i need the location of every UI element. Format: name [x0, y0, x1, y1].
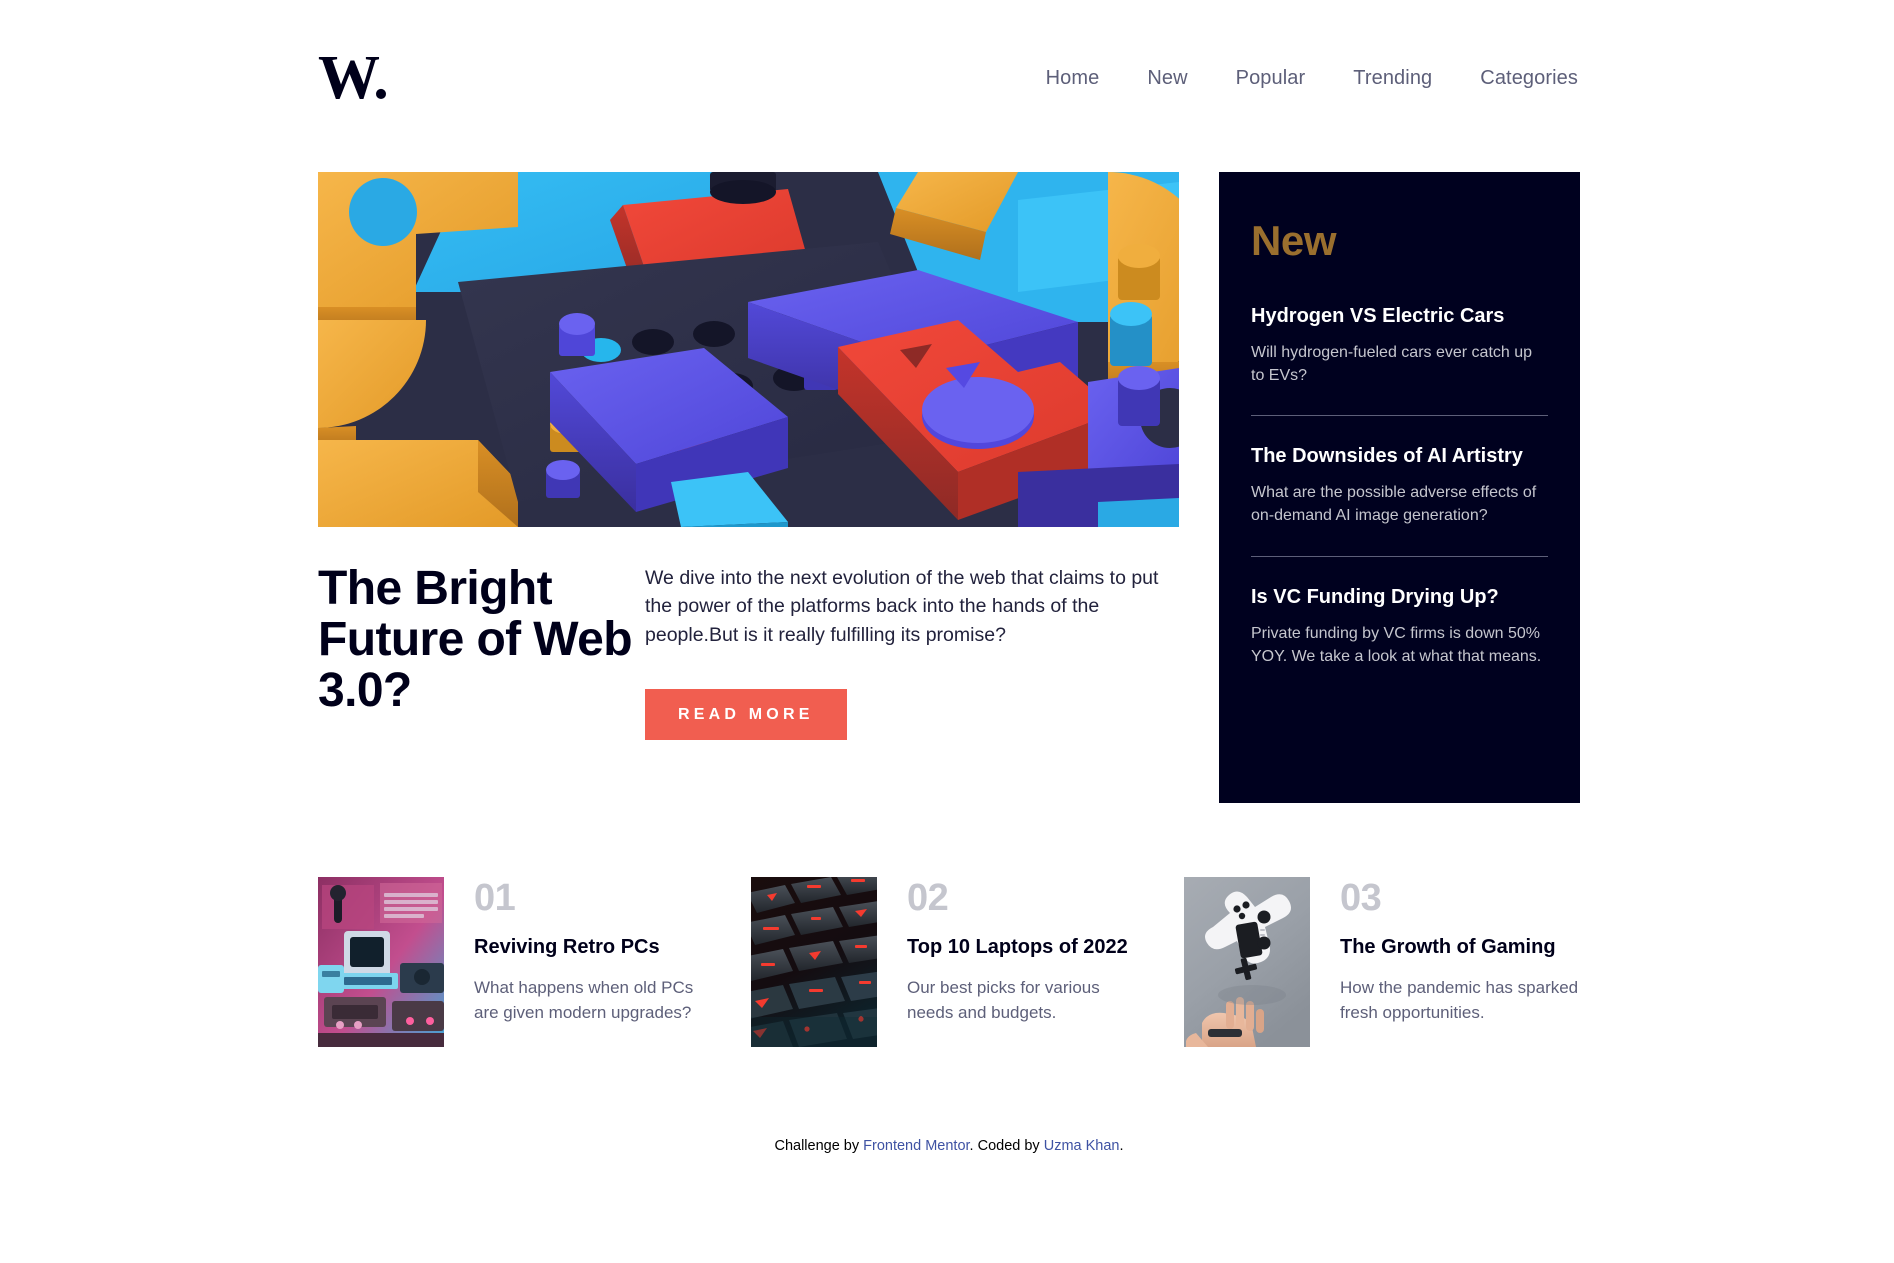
card-description: How the pandemic has sparked fresh oppor…	[1340, 977, 1579, 1023]
new-article-title[interactable]: Hydrogen VS Electric Cars	[1251, 304, 1548, 329]
main-navigation: Home New Popular Trending Categories	[1046, 67, 1578, 90]
card-item[interactable]: 01 Reviving Retro PCs What happens when …	[318, 877, 714, 1047]
new-article-description: Private funding by VC firms is down 50% …	[1251, 624, 1542, 665]
card-title[interactable]: Reviving Retro PCs	[474, 935, 714, 960]
card-number: 01	[474, 877, 516, 919]
frontend-mentor-link[interactable]: Frontend Mentor	[863, 1138, 969, 1154]
hero-title: The Bright Future of Web 3.0?	[318, 562, 633, 717]
hero-image	[318, 172, 1179, 527]
retro-pc-image	[318, 877, 444, 1047]
new-articles-panel: New Hydrogen VS Electric Cars Will hydro…	[1219, 172, 1580, 803]
attribution-middle: . Coded by	[969, 1138, 1044, 1154]
card-description: Our best picks for various needs and bud…	[907, 977, 1100, 1023]
new-article-2[interactable]: The Downsides of AI Artistry What are th…	[1251, 444, 1548, 527]
card-text: 01 Reviving Retro PCs What happens when …	[474, 877, 714, 1047]
attribution-footer: Challenge by Frontend Mentor. Coded by U…	[318, 1138, 1580, 1154]
read-more-button[interactable]: READ MORE	[645, 688, 847, 740]
nav-item-popular[interactable]: Popular	[1236, 67, 1306, 90]
hero-description: We dive into the next evolution of the w…	[645, 567, 1159, 646]
card-title[interactable]: The Growth of Gaming	[1340, 935, 1580, 960]
new-panel-divider	[1251, 555, 1548, 557]
card-description: What happens when old PCs are given mode…	[474, 977, 694, 1023]
new-article-description: Will hydrogen-fueled cars ever catch up …	[1251, 344, 1533, 384]
card-text: 02 Top 10 Laptops of 2022 Our best picks…	[907, 877, 1147, 1047]
attribution-suffix: .	[1119, 1138, 1124, 1154]
card-title[interactable]: Top 10 Laptops of 2022	[907, 935, 1147, 960]
game-controller-image	[1184, 877, 1310, 1047]
author-link[interactable]: Uzma Khan	[1044, 1138, 1120, 1154]
card-text: 03 The Growth of Gaming How the pandemic…	[1340, 877, 1580, 1047]
nav-item-home[interactable]: Home	[1046, 67, 1100, 90]
new-article-title[interactable]: The Downsides of AI Artistry	[1251, 444, 1548, 469]
new-article-title[interactable]: Is VC Funding Drying Up?	[1251, 585, 1548, 610]
new-panel-title: New	[1251, 217, 1337, 264]
attribution-prefix: Challenge by	[774, 1138, 864, 1154]
new-article-3[interactable]: Is VC Funding Drying Up? Private funding…	[1251, 585, 1548, 668]
card-item[interactable]: 02 Top 10 Laptops of 2022 Our best picks…	[751, 877, 1147, 1047]
page-root: W. Home New Popular Trending Categories	[0, 0, 1894, 1263]
card-number: 02	[907, 877, 949, 919]
nav-item-new[interactable]: New	[1147, 67, 1187, 90]
content-container: W. Home New Popular Trending Categories	[318, 0, 1580, 1263]
nav-item-categories[interactable]: Categories	[1480, 67, 1578, 90]
new-article-description: What are the possible adverse effects of…	[1251, 484, 1537, 525]
site-header: W. Home New Popular Trending Categories	[318, 47, 1580, 109]
card-item[interactable]: 03 The Growth of Gaming How the pandemic…	[1184, 877, 1580, 1047]
card-number: 03	[1340, 877, 1382, 919]
featured-cards: 01 Reviving Retro PCs What happens when …	[318, 877, 1580, 1047]
hero-section: The Bright Future of Web 3.0? We dive in…	[318, 172, 1580, 806]
new-panel-divider	[1251, 415, 1548, 417]
new-article-1[interactable]: Hydrogen VS Electric Cars Will hydrogen-…	[1251, 304, 1548, 387]
nav-item-trending[interactable]: Trending	[1353, 67, 1432, 90]
site-logo[interactable]: W.	[318, 47, 389, 109]
backlit-keyboard-image	[751, 877, 877, 1047]
hero-body: We dive into the next evolution of the w…	[645, 564, 1170, 740]
